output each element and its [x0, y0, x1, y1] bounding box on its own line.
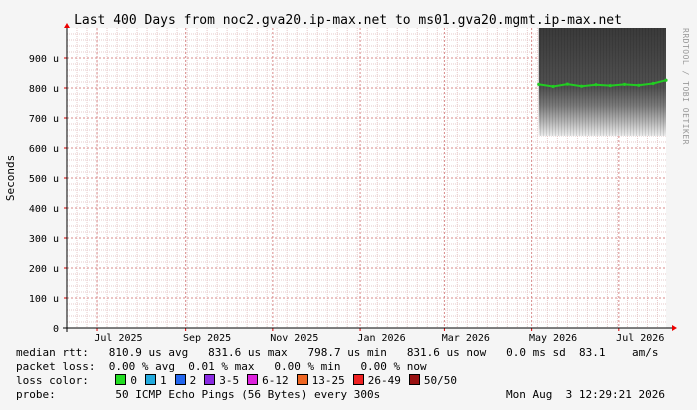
chart-title: Last 400 Days from noc2.gva20.ip-max.net…	[74, 13, 622, 28]
loss-color-label: loss color:	[16, 374, 89, 387]
median-max: 831.6 us max	[208, 346, 288, 359]
x-tick-label: Nov 2025	[270, 333, 318, 344]
loss-color-swatch	[296, 374, 308, 385]
loss-color-label-item: 26-49	[367, 374, 401, 387]
y-axis-arrow	[64, 23, 70, 28]
loss-label: packet loss:	[16, 360, 96, 373]
median-rtt-point	[664, 78, 668, 82]
loss-color-legend: 0 1 2 3-5 6-12 13-25 26-49 50/50	[115, 374, 465, 387]
probe-text: 50 ICMP Echo Pings (56 Bytes) every 300s	[115, 388, 381, 401]
x-tick-label: Jul 2025	[94, 333, 142, 344]
y-tick-label: 700 u	[29, 114, 59, 125]
median-now: 831.6 us now	[406, 346, 487, 359]
probe-row: probe: 50 ICMP Echo Pings (56 Bytes) eve…	[16, 388, 681, 402]
y-tick-label: 600 u	[29, 144, 59, 155]
loss-color-swatch	[144, 374, 156, 385]
loss-color-swatch	[204, 374, 216, 385]
loss-color-item: 6-12	[247, 374, 289, 387]
median-rtt-point	[651, 81, 655, 86]
median-rtt-point	[537, 82, 541, 86]
loss-color-item: 3-5	[204, 374, 239, 387]
loss-color-item: 13-25	[296, 374, 345, 387]
median-sd: 0.0 ms sd	[506, 346, 566, 359]
median-rtt-row: median rtt: 810.9 us avg 831.6 us max 79…	[16, 346, 659, 360]
median-min: 798.7 us min	[307, 346, 387, 359]
loss-color-item: 2	[174, 374, 197, 387]
loss-color-swatch	[174, 374, 186, 385]
smoke-band-texture	[538, 28, 666, 136]
median-rtt-point	[594, 83, 598, 87]
loss-color-swatch	[352, 374, 364, 385]
loss-min: 0.00 % min	[274, 360, 341, 373]
loss-color-item: 26-49	[352, 374, 401, 387]
timestamp: Mon Aug 3 12:29:21 2026	[506, 388, 665, 401]
y-tick-label: 500 u	[29, 174, 59, 185]
loss-color-label-item: 1	[159, 374, 167, 387]
median-rtt-point	[565, 82, 569, 86]
x-axis-arrow	[672, 325, 677, 331]
y-tick-label: 400 u	[29, 204, 59, 215]
x-tick-label: Sep 2025	[183, 333, 231, 344]
loss-avg: 0.00 % avg	[108, 360, 175, 373]
loss-color-swatch	[408, 374, 420, 385]
x-tick-labels: Jul 2025 Sep 2025 Nov 2025 Jan 2026 Mar 2026…	[94, 333, 664, 344]
median-label: median rtt:	[16, 346, 89, 359]
loss-color-label-item: 13-25	[311, 374, 345, 387]
loss-color-swatch	[247, 374, 259, 385]
median-rtt-point	[622, 82, 627, 86]
loss-color-label-item: 3-5	[219, 374, 240, 387]
x-tick-label: May 2026	[529, 333, 577, 344]
loss-color-item: 50/50	[408, 374, 457, 387]
loss-max: 0.01 % max	[188, 360, 255, 373]
y-axis-label: Seconds	[4, 155, 17, 201]
median-am-unit: am/s	[632, 346, 659, 359]
y-tick-label: 800 u	[29, 84, 59, 95]
median-am: 83.1	[579, 346, 606, 359]
y-tick-label: 900 u	[29, 54, 59, 65]
loss-color-label-item: 2	[189, 374, 197, 387]
median-avg: 810.9 us avg	[108, 346, 189, 359]
loss-color-row: loss color: 0 1 2 3-5 6-12 13-25 26-49 50/50	[16, 374, 465, 388]
loss-color-label-item: 50/50	[423, 374, 457, 387]
median-rtt-point	[637, 83, 641, 87]
packet-loss-row: packet loss: 0.00 % avg 0.01 % max 0.00 …	[16, 360, 427, 374]
x-tick-label: Mar 2026	[442, 333, 490, 344]
y-tick-labels: 0 100 u 200 u 300 u 400 u 500 u 600 u 700 u 800 …	[29, 54, 59, 335]
y-tick-label: 100 u	[29, 294, 59, 305]
loss-color-item: 0	[115, 374, 137, 387]
x-tick-label: Jul 2026	[616, 333, 664, 344]
y-tick-label: 200 u	[29, 264, 59, 275]
loss-color-item: 1	[144, 374, 167, 387]
y-tick-label: 0	[53, 324, 59, 335]
watermark: RRDTOOL / TOBI OETIKER	[681, 28, 690, 145]
median-rtt-point	[551, 84, 555, 89]
probe-label: probe:	[16, 388, 56, 401]
median-rtt-point	[608, 84, 612, 88]
loss-color-label-item: 0	[130, 374, 137, 387]
x-tick-label: Jan 2026	[357, 333, 405, 344]
y-tick-label: 300 u	[29, 234, 59, 245]
loss-color-swatch	[115, 374, 127, 385]
loss-color-label-item: 6-12	[262, 374, 289, 387]
median-rtt-point	[580, 84, 584, 88]
loss-now: 0.00 % now	[360, 360, 427, 373]
